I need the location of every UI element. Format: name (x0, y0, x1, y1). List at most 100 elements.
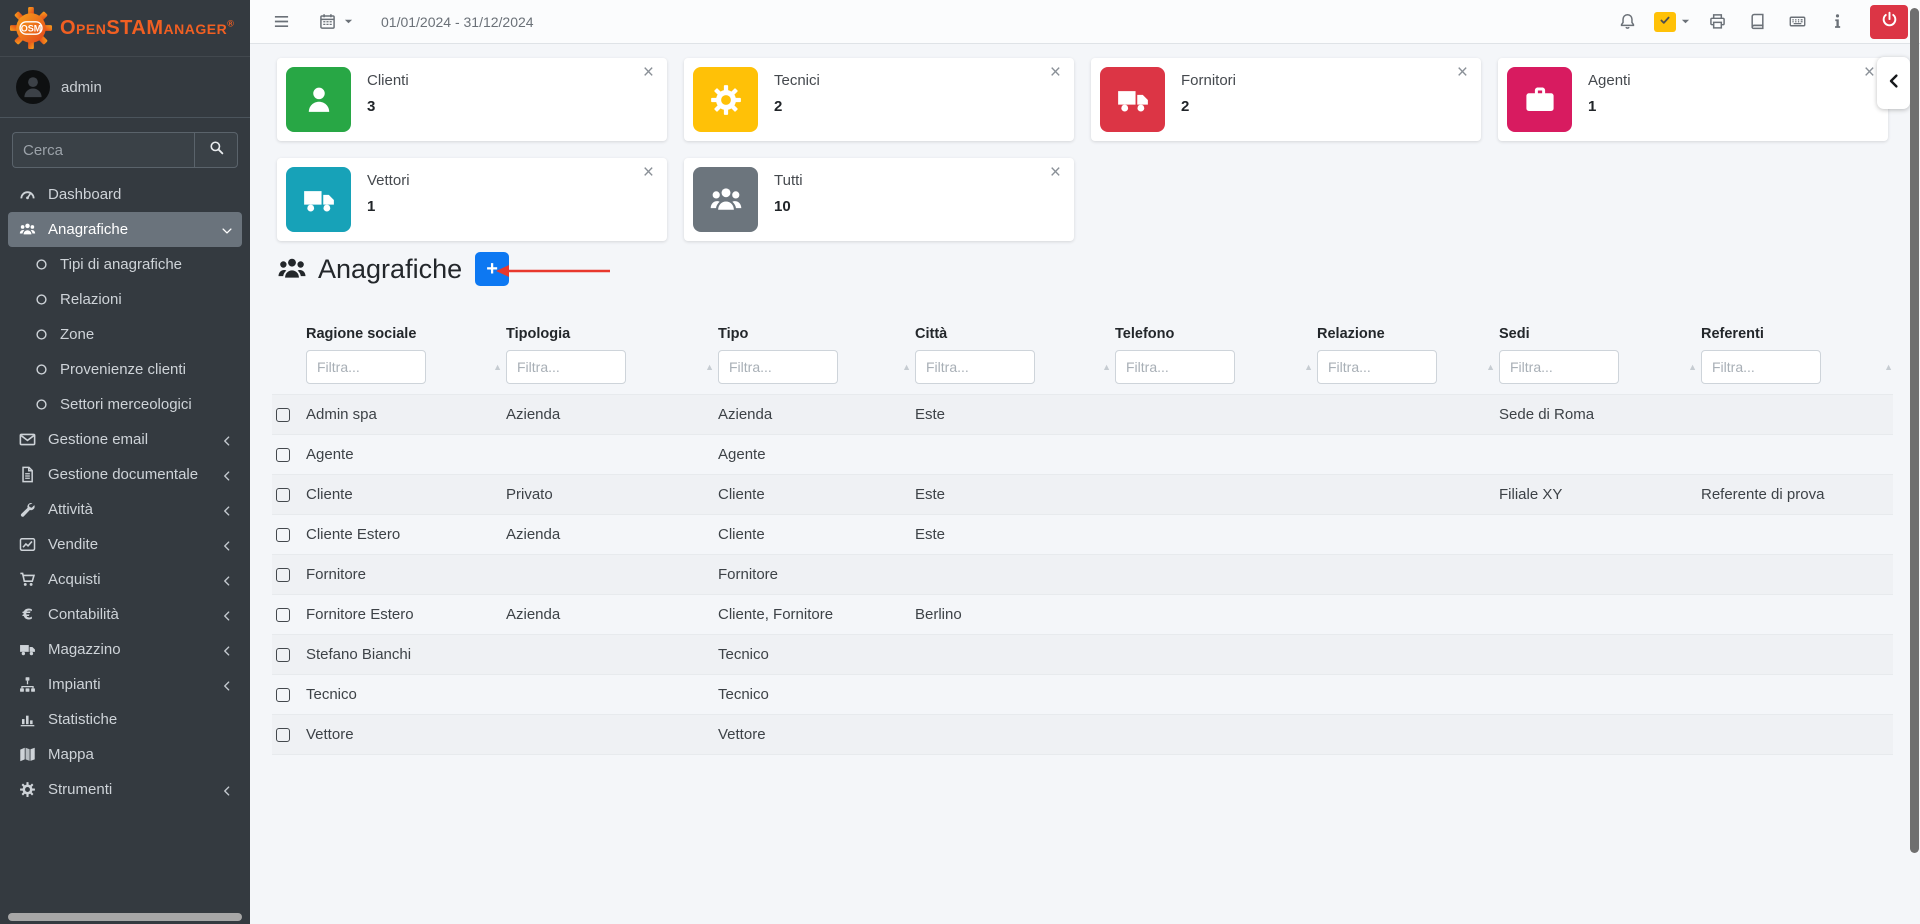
sort-caret-icon[interactable]: ▲ (902, 362, 911, 372)
sidebar-item-magazzino[interactable]: Magazzino (8, 632, 242, 667)
column-filter-input[interactable] (1499, 350, 1619, 384)
column-header-label[interactable]: Città (915, 326, 1105, 342)
column-filter-input[interactable] (1317, 350, 1437, 384)
stat-card-fornitori[interactable]: Fornitori 2 × (1091, 58, 1481, 141)
sidebar-item-contabilita[interactable]: € Contabilità (8, 597, 242, 632)
vertical-scrollbar-thumb[interactable] (1910, 8, 1919, 853)
row-checkbox[interactable] (276, 688, 290, 702)
sort-caret-icon[interactable]: ▲ (705, 362, 714, 372)
stat-card-clienti[interactable]: Clienti 3 × (277, 58, 667, 141)
print-icon[interactable] (1704, 9, 1730, 35)
sort-caret-icon[interactable]: ▲ (1688, 362, 1697, 372)
keyboard-shortcuts-icon[interactable] (1784, 9, 1810, 35)
sidebar-item-mappa[interactable]: Mappa (8, 737, 242, 772)
sidebar-subitem[interactable]: Zone (0, 317, 250, 352)
table-cell (502, 635, 714, 675)
sidebar-item-impianti[interactable]: Impianti (8, 667, 242, 702)
stat-card-label: Fornitori (1181, 72, 1236, 89)
sidebar-subitem[interactable]: Tipi di anagrafiche (0, 247, 250, 282)
close-icon[interactable]: × (1864, 63, 1875, 82)
user-panel[interactable]: admin (0, 57, 250, 118)
sort-caret-icon[interactable]: ▲ (1486, 362, 1495, 372)
table-row[interactable]: FornitoreFornitore (272, 555, 1893, 595)
row-checkbox[interactable] (276, 648, 290, 662)
table-cell (1697, 715, 1893, 755)
row-checkbox[interactable] (276, 568, 290, 582)
chevron-left-icon (221, 574, 233, 586)
close-icon[interactable]: × (1050, 63, 1061, 82)
table-row[interactable]: Admin spaAziendaAziendaEsteSede di Roma (272, 395, 1893, 435)
chevron-left-icon (221, 784, 233, 796)
row-select-cell (272, 675, 302, 715)
column-header-label[interactable]: Ragione sociale (306, 326, 496, 342)
column-filter-input[interactable] (306, 350, 426, 384)
column-header-label[interactable]: Tipologia (506, 326, 708, 342)
column-filter-input[interactable] (718, 350, 838, 384)
close-icon[interactable]: × (1457, 63, 1468, 82)
widgets-panel-toggle[interactable] (1877, 57, 1910, 109)
sidebar-item-dashboard[interactable]: Dashboard (8, 177, 242, 212)
calendar-picker[interactable] (314, 9, 353, 35)
column-header-label[interactable]: Sedi (1499, 326, 1691, 342)
row-checkbox[interactable] (276, 608, 290, 622)
sort-caret-icon[interactable]: ▲ (493, 362, 502, 372)
logout-button[interactable] (1870, 5, 1908, 39)
search-input[interactable] (12, 132, 194, 168)
table-row[interactable]: AgenteAgente (272, 435, 1893, 475)
date-range[interactable]: 01/01/2024 - 31/12/2024 (381, 14, 534, 30)
sort-caret-icon[interactable]: ▲ (1102, 362, 1111, 372)
stat-card-agenti[interactable]: Agenti 1 × (1498, 58, 1888, 141)
sidebar-subitem[interactable]: Relazioni (0, 282, 250, 317)
search-button[interactable] (194, 132, 238, 168)
table-row[interactable]: Cliente EsteroAziendaClienteEste (272, 515, 1893, 555)
sidebar-subitem[interactable]: Settori merceologici (0, 387, 250, 422)
column-filter-input[interactable] (1701, 350, 1821, 384)
docs-book-icon[interactable] (1744, 9, 1770, 35)
stat-card-tecnici[interactable]: Tecnici 2 × (684, 58, 1074, 141)
info-icon[interactable] (1824, 9, 1850, 35)
column-header-label[interactable]: Relazione (1317, 326, 1489, 342)
table-row[interactable]: Stefano BianchiTecnico (272, 635, 1893, 675)
sidebar-item-attivita[interactable]: Attività (8, 492, 242, 527)
table-cell: Berlino (911, 595, 1111, 635)
column-filter-input[interactable] (1115, 350, 1235, 384)
table-row[interactable]: VettoreVettore (272, 715, 1893, 755)
row-checkbox[interactable] (276, 528, 290, 542)
add-record-button[interactable]: + (475, 252, 509, 286)
column-filter-input[interactable] (506, 350, 626, 384)
sort-caret-icon[interactable]: ▲ (1884, 362, 1893, 372)
row-checkbox[interactable] (276, 448, 290, 462)
table-row[interactable]: Fornitore EsteroAziendaCliente, Fornitor… (272, 595, 1893, 635)
close-icon[interactable]: × (643, 163, 654, 182)
status-badge-dropdown[interactable] (1654, 12, 1690, 32)
table-row[interactable]: TecnicoTecnico (272, 675, 1893, 715)
horizontal-scrollbar-thumb[interactable] (8, 913, 242, 921)
close-icon[interactable]: × (643, 63, 654, 82)
table-cell (1111, 555, 1313, 595)
brand[interactable]: OSM OpenSTAManager® (0, 0, 250, 57)
stat-card-tutti[interactable]: Tutti 10 × (684, 158, 1074, 241)
sidebar-item-anagrafiche[interactable]: Anagrafiche (8, 212, 242, 247)
column-filter-input[interactable] (915, 350, 1035, 384)
sidebar-item-strumenti[interactable]: Strumenti (8, 772, 242, 807)
menu-icon[interactable] (268, 9, 294, 35)
row-checkbox[interactable] (276, 728, 290, 742)
column-header-label[interactable]: Tipo (718, 326, 905, 342)
row-checkbox[interactable] (276, 488, 290, 502)
sidebar-item-vendite[interactable]: Vendite (8, 527, 242, 562)
stat-card-vettori[interactable]: Vettori 1 × (277, 158, 667, 241)
table-cell: Referente di prova (1697, 475, 1893, 515)
sidebar-item-statistiche[interactable]: Statistiche (8, 702, 242, 737)
sort-caret-icon[interactable]: ▲ (1304, 362, 1313, 372)
column-header-label[interactable]: Referenti (1701, 326, 1887, 342)
row-checkbox[interactable] (276, 408, 290, 422)
sidebar-item-acquisti[interactable]: Acquisti (8, 562, 242, 597)
column-header-label[interactable]: Telefono (1115, 326, 1307, 342)
bell-icon[interactable] (1614, 9, 1640, 35)
sidebar-subitem[interactable]: Provenienze clienti (0, 352, 250, 387)
table-row[interactable]: ClientePrivatoClienteEsteFiliale XYRefer… (272, 475, 1893, 515)
sidebar-item-gestione-documentale[interactable]: Gestione documentale (8, 457, 242, 492)
close-icon[interactable]: × (1050, 163, 1061, 182)
table-cell (1313, 395, 1495, 435)
sidebar-item-gestione-email[interactable]: Gestione email (8, 422, 242, 457)
